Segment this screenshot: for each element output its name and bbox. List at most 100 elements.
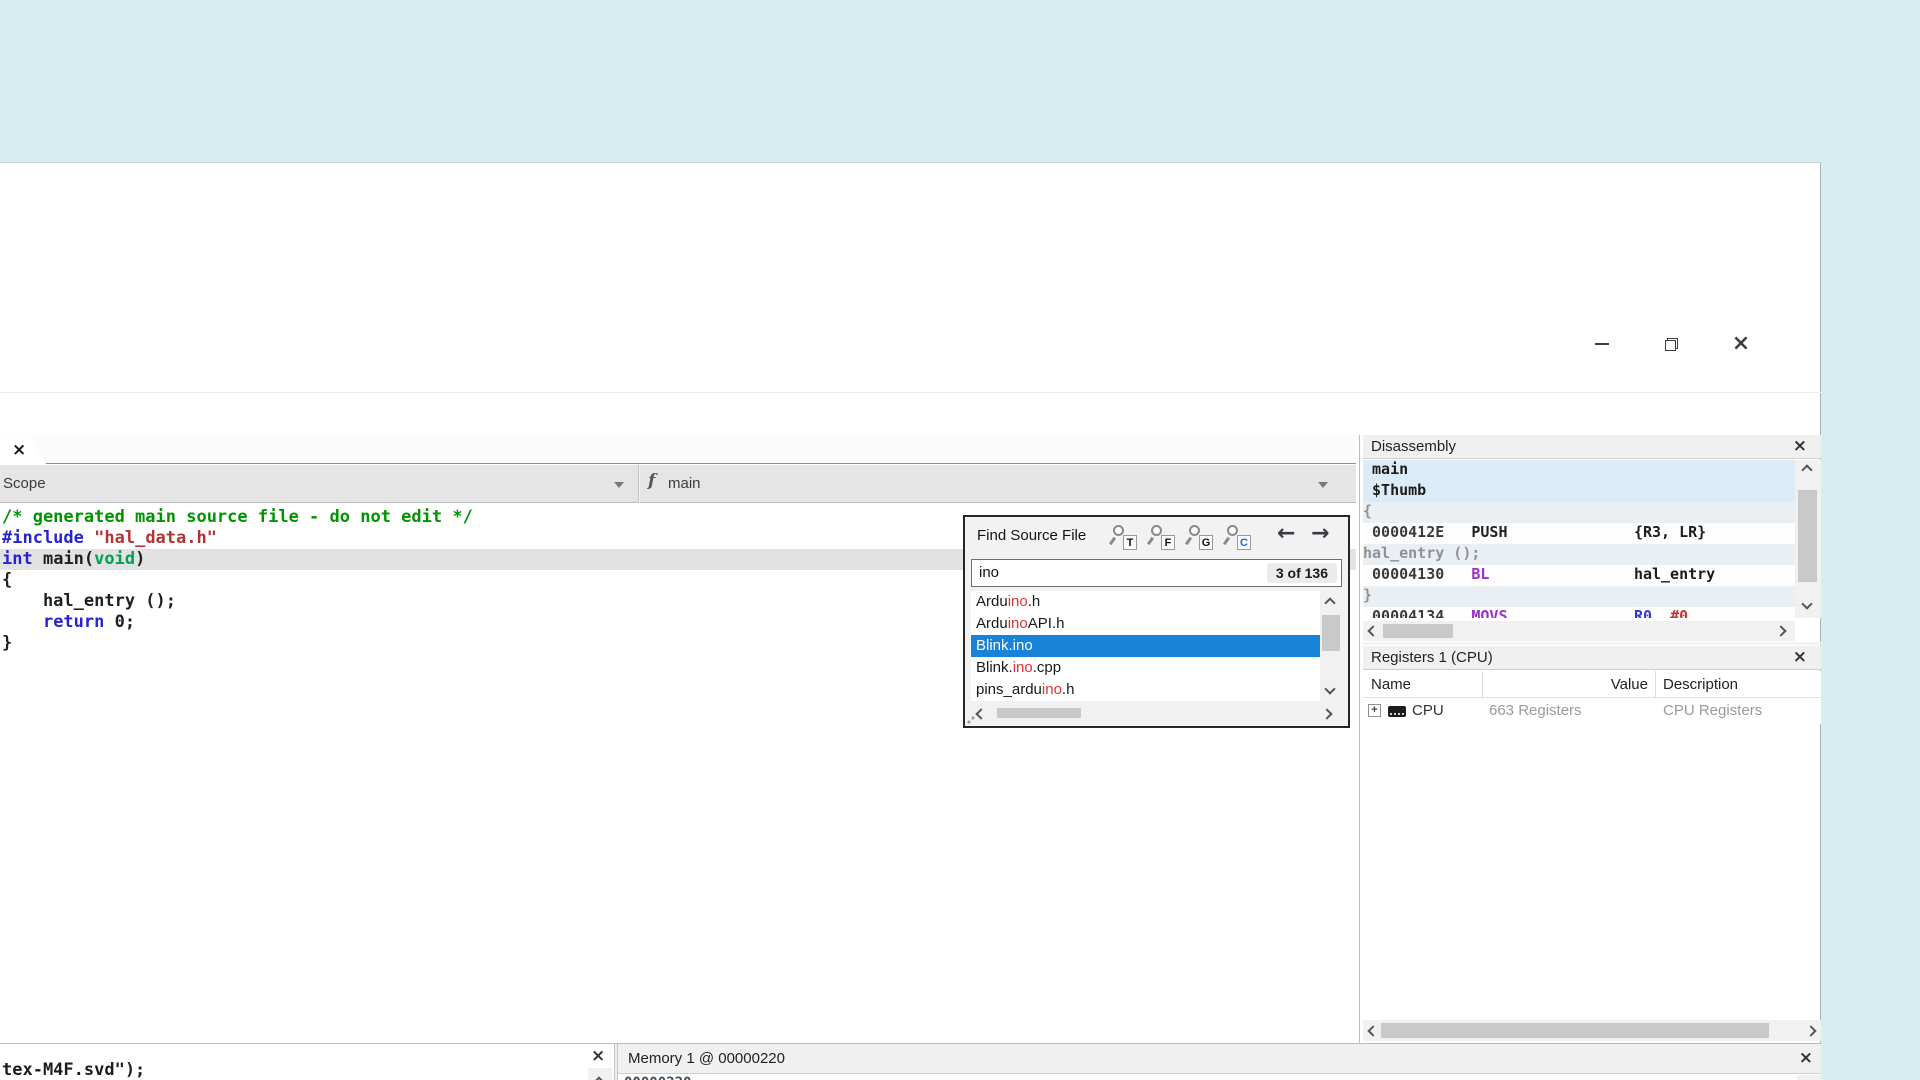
memory-hex-bytes: .. .. .. .. .. .. .. .. bbox=[709, 1075, 945, 1080]
disassembly-row[interactable]: { bbox=[1363, 502, 1795, 523]
text-segment: #include bbox=[2, 528, 84, 548]
scrollbar-thumb[interactable] bbox=[1322, 615, 1340, 651]
search-filter-c-icon[interactable]: C bbox=[1223, 524, 1251, 550]
register-description: CPU Registers bbox=[1663, 702, 1762, 719]
results-horizontal-scrollbar[interactable] bbox=[971, 705, 1342, 721]
chevron-down-icon[interactable] bbox=[1318, 482, 1328, 488]
disassembly-row[interactable]: $Thumb bbox=[1363, 481, 1795, 502]
memory-view[interactable]: 00000220 .. .. .. .. .. .. .. .. .. .. .. … bbox=[618, 1075, 1795, 1080]
restore-icon bbox=[1665, 338, 1678, 351]
scroll-right-icon[interactable] bbox=[1805, 1025, 1816, 1036]
panel-splitter[interactable] bbox=[1359, 435, 1360, 1043]
scroll-up-icon[interactable] bbox=[1324, 597, 1335, 608]
results-vertical-scrollbar[interactable] bbox=[1320, 591, 1342, 701]
close-icon[interactable]: × bbox=[1793, 436, 1807, 456]
text-segment bbox=[1489, 565, 1634, 583]
scrollbar-thumb[interactable] bbox=[1381, 1023, 1769, 1038]
forward-arrow-button[interactable]: → bbox=[1311, 521, 1329, 546]
search-result-item[interactable]: Arduino.h bbox=[971, 591, 1320, 613]
console-panel[interactable]: tex-M4F.svd");tex-M4F.svd" was found at … bbox=[0, 1044, 614, 1080]
scroll-right-icon[interactable] bbox=[1775, 625, 1786, 636]
text-segment: API.h bbox=[1028, 615, 1065, 632]
register-group-row[interactable]: + CPU 663 Registers CPU Registers bbox=[1363, 698, 1821, 724]
filter-letter: G bbox=[1199, 535, 1213, 550]
titlebar-divider bbox=[0, 392, 1821, 393]
disassembly-row[interactable]: 0000412E PUSH {R3, LR} bbox=[1363, 523, 1795, 544]
search-filter-g-icon[interactable]: G bbox=[1185, 524, 1213, 550]
filter-letter: T bbox=[1123, 535, 1137, 550]
disassembly-row[interactable]: } bbox=[1363, 586, 1795, 607]
text-segment: { bbox=[2, 570, 12, 590]
scroll-down-icon[interactable] bbox=[1324, 683, 1335, 694]
disassembly-row[interactable]: main bbox=[1363, 460, 1795, 481]
memory-hex-bytes: .. .. .. .. .. .. .. .. bbox=[961, 1075, 1197, 1080]
disassembly-horizontal-scrollbar[interactable] bbox=[1363, 621, 1795, 641]
back-arrow-button[interactable]: ← bbox=[1277, 521, 1295, 546]
register-name: CPU bbox=[1412, 702, 1444, 719]
disassembly-header: Disassembly × bbox=[1363, 435, 1821, 459]
scroll-left-icon[interactable] bbox=[1367, 625, 1378, 636]
close-window-button[interactable]: × bbox=[1718, 329, 1764, 359]
function-dropdown[interactable]: main bbox=[668, 475, 701, 492]
filter-letter: F bbox=[1161, 535, 1175, 550]
text-segment bbox=[2, 612, 43, 632]
search-results-list[interactable]: Arduino.hArduinoAPI.hBlink.inoBlink.ino.… bbox=[971, 591, 1320, 701]
console-vertical-scrollbar[interactable] bbox=[588, 1068, 612, 1080]
registers-column-header[interactable]: Name Value Description bbox=[1363, 671, 1821, 698]
scope-dropdown[interactable]: Scope bbox=[3, 475, 46, 492]
memory-address: 00000220 bbox=[618, 1075, 691, 1080]
text-segment: hal_entry (); bbox=[1363, 544, 1480, 562]
registers-horizontal-scrollbar[interactable] bbox=[1363, 1020, 1821, 1041]
disassembly-view[interactable]: main $Thumb { 0000412E PUSH {R3, LR}hal_e… bbox=[1363, 460, 1795, 618]
disassembly-row[interactable]: 00004134 MOVS R0, #0 bbox=[1363, 607, 1795, 618]
scroll-right-icon[interactable] bbox=[1321, 708, 1332, 719]
text-segment: $Thumb bbox=[1363, 481, 1426, 499]
resize-grip[interactable] bbox=[967, 716, 975, 724]
text-segment: .cpp bbox=[1033, 659, 1061, 676]
text-segment: hal_entry (); bbox=[2, 591, 176, 611]
search-filter-t-icon[interactable]: T bbox=[1109, 524, 1137, 550]
column-description[interactable]: Description bbox=[1663, 676, 1738, 693]
console-output: tex-M4F.svd");tex-M4F.svd" was found at … bbox=[2, 1060, 586, 1080]
toolbar-divider bbox=[638, 465, 639, 503]
disassembly-row[interactable]: hal_entry (); bbox=[1363, 544, 1795, 565]
column-name[interactable]: Name bbox=[1371, 676, 1411, 693]
minimize-icon bbox=[1595, 343, 1609, 345]
search-result-item[interactable]: ArduinoAPI.h bbox=[971, 613, 1320, 635]
disassembly-row[interactable]: 00004130 BL hal_entry bbox=[1363, 565, 1795, 586]
restore-button[interactable] bbox=[1648, 329, 1694, 359]
text-segment: 0000412E bbox=[1363, 523, 1471, 541]
text-segment: , bbox=[1652, 607, 1670, 618]
tab-close-icon[interactable]: × bbox=[12, 442, 26, 459]
search-filter-f-icon[interactable]: F bbox=[1147, 524, 1175, 550]
search-result-item[interactable]: pins_arduino.h bbox=[971, 679, 1320, 701]
close-icon[interactable]: × bbox=[1799, 1048, 1813, 1068]
scroll-left-icon[interactable] bbox=[1367, 1025, 1378, 1036]
scroll-left-icon[interactable] bbox=[975, 708, 986, 719]
column-value[interactable]: Value bbox=[1482, 676, 1648, 693]
close-icon[interactable]: × bbox=[1793, 647, 1807, 667]
match-count-badge: 3 of 136 bbox=[1267, 563, 1337, 583]
minimize-button[interactable] bbox=[1579, 329, 1625, 359]
memory-vertical-scrollbar[interactable] bbox=[1797, 1075, 1821, 1080]
chevron-down-icon[interactable] bbox=[614, 482, 624, 488]
text-segment: return bbox=[43, 612, 104, 632]
scrollbar-thumb[interactable] bbox=[1798, 490, 1817, 582]
search-result-item[interactable]: Blink.ino.cpp bbox=[971, 657, 1320, 679]
disassembly-vertical-scrollbar[interactable] bbox=[1795, 460, 1821, 618]
text-segment bbox=[33, 549, 43, 569]
scroll-up-icon[interactable] bbox=[593, 1076, 604, 1080]
cpu-chip-icon bbox=[1388, 706, 1406, 717]
filter-letter: C bbox=[1237, 535, 1251, 550]
scrollbar-thumb[interactable] bbox=[1383, 624, 1453, 638]
expand-icon[interactable]: + bbox=[1368, 704, 1381, 717]
memory-row[interactable]: 00000220 .. .. .. .. .. .. .. .. .. .. .. … bbox=[618, 1075, 1795, 1080]
panel-splitter[interactable] bbox=[1363, 642, 1821, 645]
scrollbar-thumb[interactable] bbox=[997, 708, 1081, 718]
scroll-down-icon[interactable] bbox=[1801, 598, 1812, 609]
search-input[interactable]: ino 3 of 136 bbox=[971, 559, 1342, 587]
close-icon[interactable]: × bbox=[591, 1046, 605, 1066]
scroll-up-icon[interactable] bbox=[1801, 464, 1812, 475]
search-result-selected[interactable]: Blink.ino bbox=[971, 635, 1320, 657]
text-segment: ino bbox=[1013, 659, 1033, 676]
